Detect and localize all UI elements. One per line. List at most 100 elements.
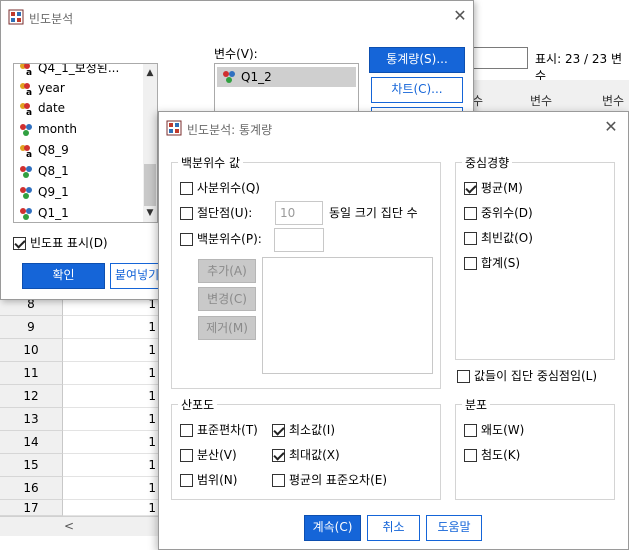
change-button[interactable]: 변경(C) (198, 287, 256, 311)
distribution-group: 분포 왜도(W) 첨도(K) (455, 396, 615, 500)
minimum-checkbox[interactable]: 최소값(I) (272, 421, 335, 439)
continue-button[interactable]: 계속(C) (304, 515, 361, 541)
horizontal-scrollbar[interactable]: < (0, 516, 158, 536)
data-cell[interactable]: 1 (63, 339, 159, 362)
scroll-up-icon[interactable]: ▲ (143, 66, 157, 80)
checkbox-icon (457, 370, 470, 383)
maximum-checkbox[interactable]: 최대값(X) (272, 446, 340, 464)
paste-button[interactable]: 붙여넣기 (110, 263, 159, 289)
string-variable-icon: a (18, 64, 34, 78)
list-item[interactable]: month (18, 119, 77, 139)
show-frequency-table-checkbox[interactable]: 빈도표 표시(D) (13, 234, 108, 252)
data-cell[interactable]: 1 (63, 385, 159, 408)
row-number[interactable]: 10 (0, 339, 63, 362)
median-checkbox[interactable]: 중위수(D) (464, 204, 533, 222)
list-item[interactable]: a year (18, 78, 65, 98)
nominal-variable-icon (18, 123, 34, 137)
close-icon[interactable]: ✕ (451, 7, 469, 25)
range-checkbox[interactable]: 범위(N) (180, 471, 237, 489)
equal-groups-label: 동일 크기 집단 수 (329, 206, 418, 220)
title-bar[interactable]: 빈도분석 ✕ (1, 1, 473, 33)
cut-points-input[interactable]: 10 (275, 201, 323, 225)
column-header[interactable]: 변수 (602, 92, 624, 109)
close-icon[interactable]: ✕ (602, 118, 620, 136)
checkbox-icon (464, 257, 477, 270)
list-item[interactable]: a date (18, 98, 65, 118)
mean-checkbox[interactable]: 평균(M) (464, 179, 523, 197)
data-cell[interactable]: 1 (63, 454, 159, 477)
checkbox-icon (464, 232, 477, 245)
remove-button[interactable]: 제거(M) (198, 316, 256, 340)
list-item[interactable]: Q9_1 (18, 182, 69, 202)
string-variable-icon: a (18, 82, 34, 98)
kurtosis-checkbox[interactable]: 첨도(K) (464, 446, 520, 464)
svg-text:a: a (26, 68, 32, 76)
svg-text:a: a (26, 150, 32, 158)
nominal-variable-icon (221, 70, 237, 90)
row-number[interactable]: 17 (0, 500, 63, 516)
scroll-thumb[interactable] (144, 164, 156, 206)
data-cell[interactable]: 1 (63, 362, 159, 385)
row-number[interactable]: 14 (0, 431, 63, 454)
title-bar[interactable]: 빈도분석: 통계량 ✕ (159, 112, 628, 144)
frequencies-app-icon (8, 9, 24, 25)
check-icon (272, 449, 285, 462)
list-item[interactable]: Q1_2 (217, 67, 356, 87)
string-variable-icon: a (18, 144, 34, 160)
add-button[interactable]: 추가(A) (198, 259, 256, 283)
checkbox-icon (464, 424, 477, 437)
cell-value-input[interactable] (470, 47, 528, 69)
list-item[interactable]: Q1_1 (18, 203, 69, 222)
data-cell[interactable]: 1 (63, 408, 159, 431)
row-number[interactable]: 12 (0, 385, 63, 408)
quartiles-checkbox[interactable]: 사분위수(Q) (180, 179, 260, 197)
checkbox-icon (180, 207, 193, 220)
skewness-checkbox[interactable]: 왜도(W) (464, 421, 524, 439)
charts-button[interactable]: 차트(C)... (371, 77, 463, 103)
column-header[interactable]: 변수 (530, 92, 552, 109)
nominal-variable-icon (18, 165, 34, 179)
source-variable-list[interactable]: a Q4_1_보정된... a year a date month a Q8_9 (13, 63, 158, 223)
statistics-button[interactable]: 통계량(S)... (369, 47, 465, 73)
se-mean-checkbox[interactable]: 평균의 표준오차(E) (272, 471, 387, 489)
row-number[interactable]: 13 (0, 408, 63, 431)
cut-points-checkbox[interactable]: 절단점(U): (180, 204, 252, 222)
row-number[interactable]: 9 (0, 316, 63, 339)
data-cell[interactable]: 1 (63, 316, 159, 339)
string-variable-icon: a (18, 102, 34, 118)
scroll-left-icon[interactable]: < (64, 519, 74, 533)
sum-checkbox[interactable]: 합계(S) (464, 254, 520, 272)
group-title: 분포 (462, 396, 491, 413)
list-item[interactable]: Q8_1 (18, 161, 69, 181)
row-number[interactable]: 15 (0, 454, 63, 477)
nominal-variable-icon (18, 186, 34, 200)
check-icon (272, 424, 285, 437)
data-cell[interactable]: 1 (63, 431, 159, 454)
check-icon (464, 182, 477, 195)
percentiles-checkbox[interactable]: 백분위수(P): (180, 230, 262, 248)
vertical-scrollbar[interactable]: ▲ ▼ (143, 64, 157, 222)
data-cell[interactable]: 1 (63, 500, 159, 516)
percentile-list[interactable] (262, 257, 433, 374)
list-item[interactable]: a Q4_1_보정된... (18, 64, 119, 78)
list-item[interactable]: a Q8_9 (18, 140, 69, 160)
data-cell[interactable]: 1 (63, 477, 159, 500)
nominal-variable-icon (18, 207, 34, 221)
scroll-down-icon[interactable]: ▼ (143, 206, 157, 220)
checkbox-icon (180, 449, 193, 462)
checkbox-icon (180, 233, 193, 246)
variance-checkbox[interactable]: 분산(V) (180, 446, 237, 464)
dialog-title: 빈도분석 (29, 12, 74, 26)
group-title: 산포도 (178, 396, 218, 413)
checkbox-icon (464, 207, 477, 220)
help-button[interactable]: 도움말 (426, 515, 482, 541)
checkbox-icon (180, 474, 193, 487)
mode-checkbox[interactable]: 최빈값(O) (464, 229, 533, 247)
row-number[interactable]: 11 (0, 362, 63, 385)
midpoint-checkbox[interactable]: 값들이 집단 중심점임(L) (457, 367, 597, 385)
cancel-button[interactable]: 취소 (367, 515, 420, 541)
row-number[interactable]: 16 (0, 477, 63, 500)
ok-button[interactable]: 확인 (22, 263, 105, 289)
percentile-input[interactable] (274, 228, 324, 252)
std-deviation-checkbox[interactable]: 표준편차(T) (180, 421, 258, 439)
